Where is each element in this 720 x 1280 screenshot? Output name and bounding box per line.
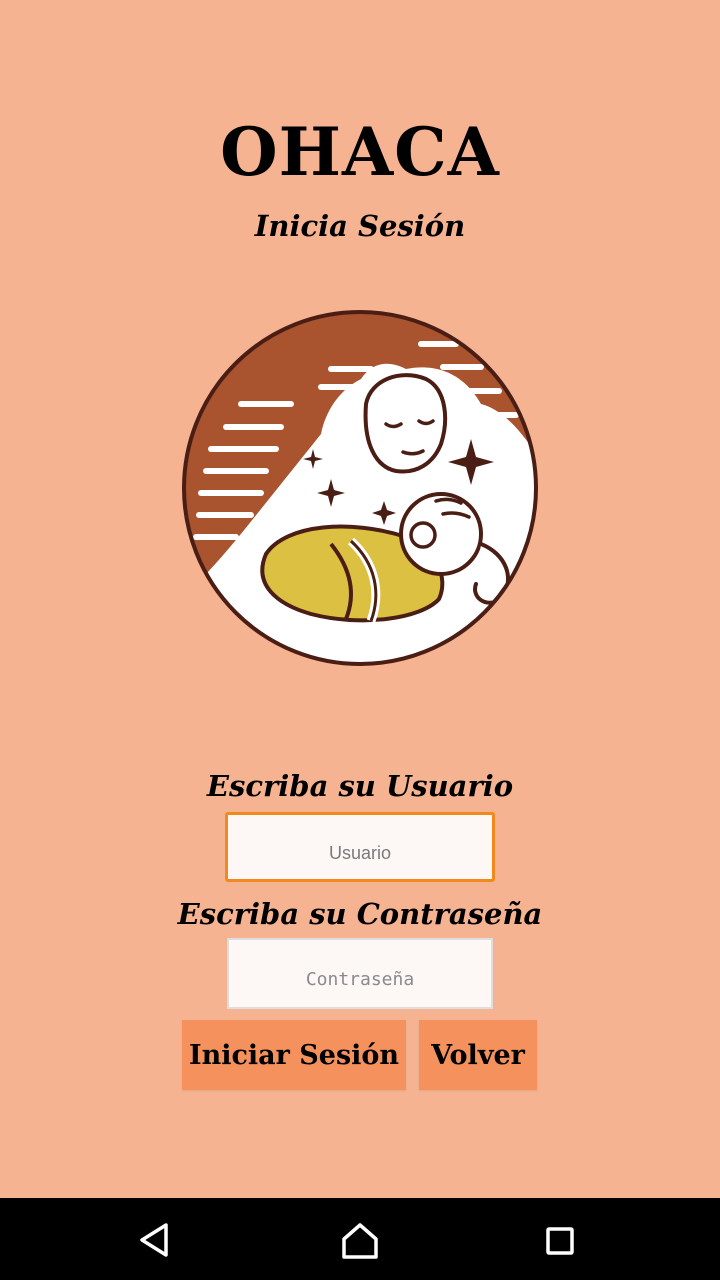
password-input[interactable] <box>227 938 493 1009</box>
page-subtitle: Inicia Sesión <box>254 209 466 243</box>
home-icon[interactable] <box>338 1218 382 1262</box>
back-button[interactable]: Volver <box>419 1020 537 1090</box>
username-input[interactable] <box>225 812 495 882</box>
app-title: OHACA <box>220 113 500 191</box>
username-label: Escriba su Usuario <box>206 769 514 803</box>
recent-apps-icon[interactable] <box>538 1218 582 1262</box>
mother-holding-baby-logo <box>182 310 538 666</box>
password-label: Escriba su Contraseña <box>177 897 543 931</box>
login-button[interactable]: Iniciar Sesión <box>182 1020 406 1090</box>
navigation-bar <box>0 1198 720 1280</box>
back-icon[interactable] <box>132 1218 176 1262</box>
